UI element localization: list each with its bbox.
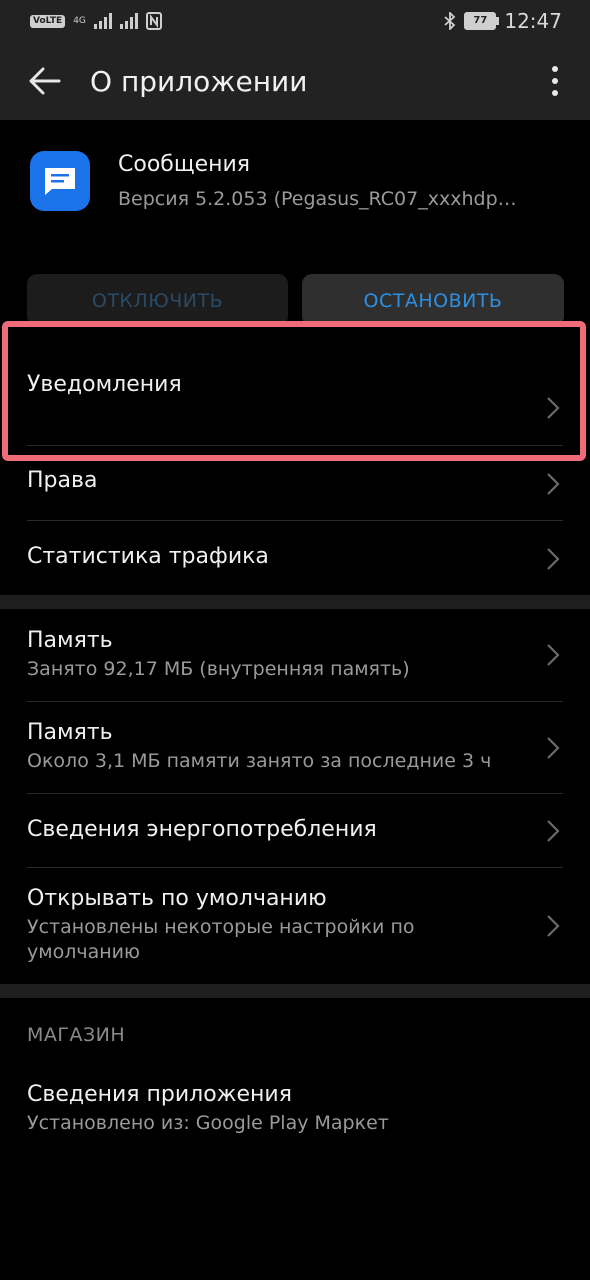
chevron-right-icon — [547, 915, 560, 937]
app-version: Версия 5.2.053 (Pegasus_RC07_xxxhdpi... — [118, 188, 518, 210]
chevron-right-icon — [547, 737, 560, 759]
nfc-icon — [145, 12, 162, 30]
list-item-app-details[interactable]: Сведения приложения Установлено из: Goog… — [0, 1070, 590, 1150]
row-title: Сведения приложения — [27, 1082, 292, 1107]
more-vert-icon — [552, 66, 558, 96]
row-title: Открывать по умолчанию — [27, 886, 327, 911]
status-bar: VoLTE 4G 77 12:47 — [0, 0, 590, 42]
divider — [27, 793, 563, 794]
chevron-right-icon — [547, 547, 560, 570]
volte-badge: VoLTE — [30, 14, 66, 28]
network-type: 4G — [73, 15, 86, 26]
app-bar: О приложении — [0, 42, 590, 120]
row-title: Сведения энергопотребления — [27, 817, 377, 842]
list-item-notifications[interactable]: Уведомления — [0, 372, 590, 444]
chevron-right-icon — [547, 473, 560, 495]
signal-icon-2 — [119, 13, 138, 29]
list-item-storage[interactable]: Память Занято 92,17 МБ (внутренняя памят… — [0, 609, 590, 701]
app-header: Сообщения Версия 5.2.053 (Pegasus_RC07_x… — [0, 120, 590, 260]
section-separator — [0, 595, 590, 609]
divider — [27, 445, 563, 446]
chevron-right-icon — [547, 644, 560, 666]
back-button[interactable] — [0, 42, 90, 120]
list-item-memory[interactable]: Память Около 3,1 МБ памяти занято за пос… — [0, 702, 590, 794]
page-title: О приложении — [90, 64, 308, 98]
row-title: Уведомления — [27, 372, 182, 397]
row-title: Права — [27, 468, 98, 493]
list-item-traffic-stats[interactable]: Статистика трафика — [0, 522, 590, 595]
app-name: Сообщения — [118, 152, 251, 177]
signal-icon — [93, 13, 112, 29]
clock: 12:47 — [504, 9, 562, 33]
row-title: Память — [27, 628, 113, 653]
divider — [27, 520, 563, 521]
chevron-right-icon — [547, 820, 560, 842]
row-subtitle: Установлены некоторые настройки по умолч… — [27, 916, 415, 963]
battery-icon: 77 — [464, 12, 500, 30]
section-separator — [0, 984, 590, 998]
row-subtitle: Около 3,1 МБ памяти занято за последние … — [27, 750, 492, 772]
row-title: Память — [27, 720, 113, 745]
list-item-power-usage[interactable]: Сведения энергопотребления — [0, 795, 590, 867]
bluetooth-icon — [444, 12, 456, 30]
status-right: 77 12:47 — [444, 9, 562, 33]
row-subtitle: Установлено из: Google Play Маркет — [27, 1112, 389, 1134]
arrow-back-icon — [29, 67, 61, 95]
row-subtitle: Занято 92,17 МБ (внутренняя память) — [27, 658, 410, 680]
status-left: VoLTE 4G — [30, 12, 162, 30]
chevron-right-icon — [547, 397, 560, 419]
message-bubble-icon — [45, 168, 75, 195]
list-item-open-by-default[interactable]: Открывать по умолчанию Установлены некот… — [0, 868, 590, 984]
messages-app-icon — [30, 151, 90, 211]
list-item-permissions[interactable]: Права — [0, 448, 590, 520]
row-title: Статистика трафика — [27, 544, 269, 569]
section-label-store: МАГАЗИН — [27, 1024, 126, 1046]
more-options-button[interactable] — [520, 42, 590, 120]
disable-button[interactable]: ОТКЛЮЧИТЬ — [27, 274, 288, 326]
stop-button[interactable]: ОСТАНОВИТЬ — [302, 274, 564, 326]
